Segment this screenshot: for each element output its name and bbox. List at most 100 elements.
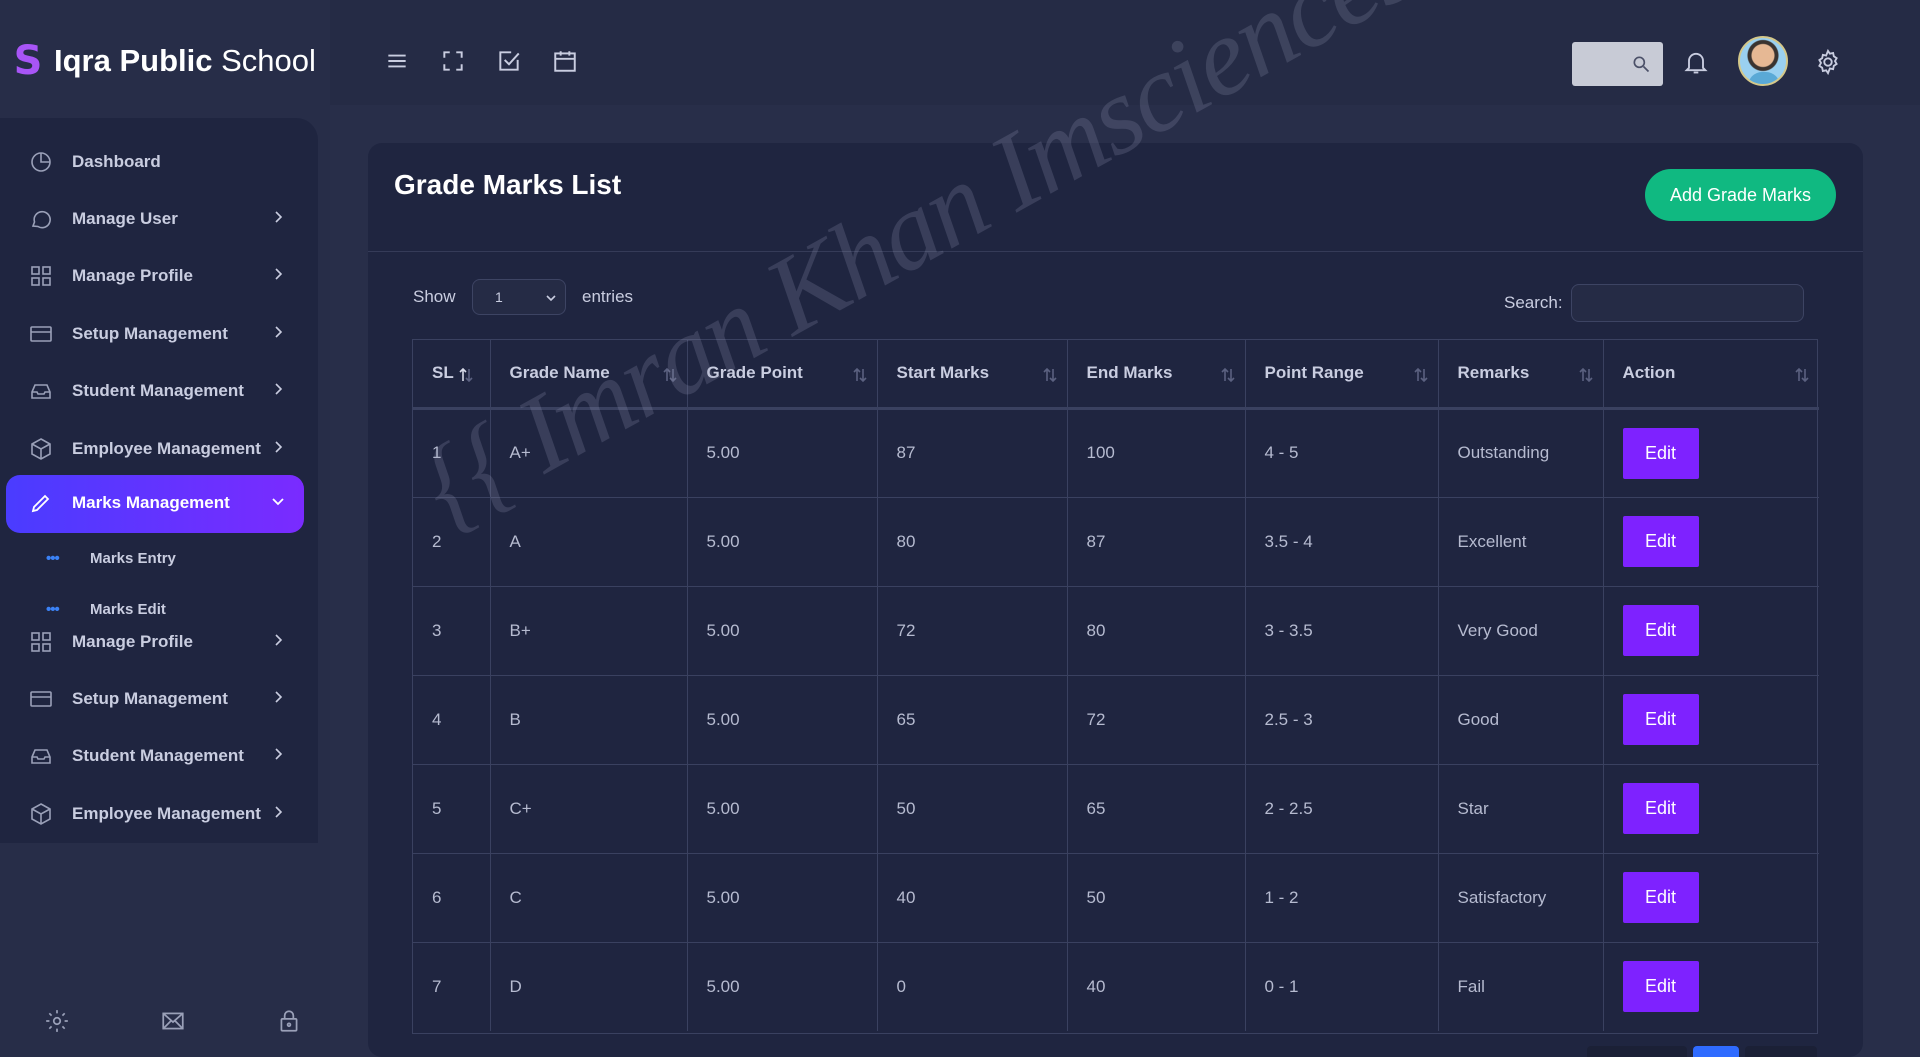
school-logo-icon: S: [13, 38, 43, 84]
cell-end-marks: 40: [1067, 942, 1246, 1031]
table-search-input[interactable]: [1571, 284, 1804, 322]
sidebar-item-label: Manage Profile: [72, 632, 193, 651]
search-icon[interactable]: [1631, 54, 1651, 74]
sidebar-item-label: Employee Management: [72, 804, 261, 823]
cell-grade-name: B+: [490, 586, 688, 676]
sidebar-item-setup-management[interactable]: Setup Management: [6, 306, 304, 362]
column-header-end-marks[interactable]: End Marks: [1067, 340, 1246, 410]
avatar[interactable]: [1738, 36, 1788, 86]
cell-end-marks: 87: [1067, 497, 1246, 587]
edit-button[interactable]: Edit: [1622, 783, 1699, 834]
bell-icon[interactable]: [1682, 48, 1710, 76]
pencil-icon: [31, 494, 50, 513]
lock-icon[interactable]: [276, 1008, 302, 1034]
chevron-right-icon: [275, 383, 283, 395]
chevron-down-icon: [546, 295, 556, 302]
sidebar-item-dashboard[interactable]: Dashboard: [6, 134, 304, 190]
entries-select[interactable]: 1: [472, 279, 566, 315]
table-row: 6 C 5.00 40 50 1 - 2 Satisfactory Edit: [413, 853, 1819, 943]
cell-grade-name: A: [490, 497, 688, 587]
cell-remarks: Star: [1438, 764, 1604, 854]
checkbox-icon[interactable]: [496, 48, 522, 74]
cell-grade-name: B: [490, 675, 688, 765]
column-header-grade-point[interactable]: Grade Point: [687, 340, 878, 410]
column-header-remarks[interactable]: Remarks: [1438, 340, 1604, 410]
cell-point-range: 1 - 2: [1245, 853, 1439, 943]
edit-button[interactable]: Edit: [1622, 427, 1699, 479]
sidebar-item-marks-management[interactable]: Marks Management: [6, 475, 304, 533]
cell-action: Edit: [1603, 942, 1819, 1031]
column-header-sl[interactable]: SL: [413, 340, 491, 410]
sidebar-item-label: Setup Management: [72, 324, 228, 343]
cell-grade-point: 5.00: [687, 675, 878, 765]
menu-icon[interactable]: [384, 48, 410, 74]
edit-button[interactable]: Edit: [1622, 694, 1699, 745]
sidebar-item-employee-management-2[interactable]: Employee Management: [6, 786, 304, 842]
chevron-right-icon: [275, 691, 283, 703]
column-header-grade-name[interactable]: Grade Name: [490, 340, 688, 410]
cell-grade-name: C+: [490, 764, 688, 854]
cell-action: Edit: [1603, 853, 1819, 943]
cell-remarks: Outstanding: [1438, 408, 1604, 498]
cell-end-marks: 80: [1067, 586, 1246, 676]
sidebar-item-label: Marks Management: [72, 493, 230, 512]
sidebar-item-manage-user[interactable]: Manage User: [6, 191, 304, 247]
mail-icon[interactable]: [160, 1008, 186, 1034]
grid-icon: [31, 266, 51, 286]
sidebar-item-label: Setup Management: [72, 689, 228, 708]
add-grade-marks-button[interactable]: Add Grade Marks: [1645, 169, 1836, 221]
search-label: Search:: [1504, 293, 1563, 312]
cell-start-marks: 0: [877, 942, 1068, 1031]
card-icon: [30, 326, 52, 342]
edit-button[interactable]: Edit: [1622, 605, 1699, 656]
cell-start-marks: 72: [877, 586, 1068, 676]
table-body: 1 A+ 5.00 87 100 4 - 5 Outstanding Edit …: [413, 408, 1819, 1031]
cell-end-marks: 100: [1067, 408, 1246, 498]
fullscreen-icon[interactable]: [440, 48, 466, 74]
cell-grade-name: A+: [490, 408, 688, 498]
sort-icon: [1220, 367, 1235, 383]
cell-grade-point: 5.00: [687, 586, 878, 676]
pagination-prev[interactable]: [1587, 1046, 1687, 1057]
chat-icon: [31, 210, 51, 229]
chevron-right-icon: [275, 748, 283, 760]
gear-icon[interactable]: [1814, 48, 1842, 76]
column-header-point-range[interactable]: Point Range: [1245, 340, 1439, 410]
edit-button[interactable]: Edit: [1622, 872, 1699, 923]
cell-grade-point: 5.00: [687, 497, 878, 587]
edit-button[interactable]: Edit: [1622, 516, 1699, 567]
cell-grade-name: C: [490, 853, 688, 943]
settings-icon[interactable]: [44, 1008, 70, 1034]
cell-point-range: 2 - 2.5: [1245, 764, 1439, 854]
cell-action: Edit: [1603, 764, 1819, 854]
pagination-next[interactable]: [1745, 1046, 1817, 1057]
sort-icon: [662, 367, 677, 383]
sidebar-item-manage-profile[interactable]: Manage Profile: [6, 248, 304, 304]
sidebar-item-label: Student Management: [72, 381, 244, 400]
cell-remarks: Good: [1438, 675, 1604, 765]
sidebar-item-label: Student Management: [72, 746, 244, 765]
sidebar-item-student-management-2[interactable]: Student Management: [6, 728, 304, 784]
cell-point-range: 3.5 - 4: [1245, 497, 1439, 587]
table-row: 2 A 5.00 80 87 3.5 - 4 Excellent Edit: [413, 497, 1819, 587]
cell-point-range: 0 - 1: [1245, 942, 1439, 1031]
column-header-action[interactable]: Action: [1603, 340, 1819, 410]
cell-grade-point: 5.00: [687, 853, 878, 943]
cell-grade-point: 5.00: [687, 942, 878, 1031]
chevron-right-icon: [275, 806, 283, 818]
calendar-icon[interactable]: [552, 48, 578, 74]
sidebar-item-setup-management-2[interactable]: Setup Management: [6, 671, 304, 727]
cell-sl: 5: [413, 764, 491, 854]
cell-start-marks: 40: [877, 853, 1068, 943]
cell-action: Edit: [1603, 497, 1819, 587]
sidebar-item-employee-management[interactable]: Employee Management: [6, 421, 304, 477]
sidebar-item-manage-profile-2[interactable]: Manage Profile: [6, 614, 304, 670]
sidebar-subitem-marks-entry[interactable]: ••• Marks Entry: [46, 546, 176, 570]
sort-icon: [1578, 367, 1593, 383]
edit-button[interactable]: Edit: [1622, 961, 1699, 1013]
pagination-current[interactable]: [1693, 1046, 1739, 1057]
column-header-start-marks[interactable]: Start Marks: [877, 340, 1068, 410]
header-search[interactable]: [1572, 42, 1663, 86]
brand[interactable]: S Iqra Public School: [10, 36, 316, 86]
sidebar-item-student-management[interactable]: Student Management: [6, 363, 304, 419]
